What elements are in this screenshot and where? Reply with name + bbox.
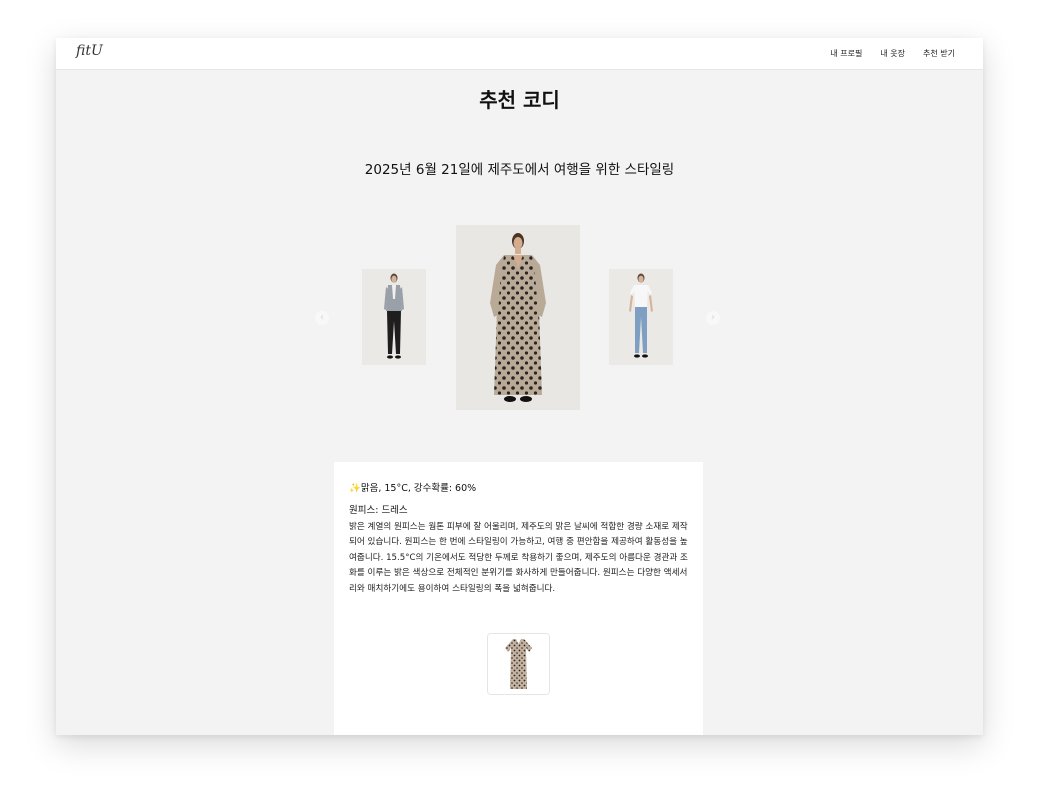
logo[interactable]: fitU (76, 43, 103, 59)
top-navbar: fitU 내 프로필 내 옷장 추천 받기 (56, 38, 983, 70)
styling-subtitle: 2025년 6월 21일에 제주도에서 여행을 위한 스타일링 (364, 162, 675, 178)
chevron-right-icon: › (711, 312, 715, 323)
nav-get-recommendation[interactable]: 추천 받기 (923, 48, 955, 59)
weather-text: 맑음, 15°C, 강수확률: 60% (360, 483, 477, 494)
browser-window: fitU 내 프로필 내 옷장 추천 받기 추천 코디 2025년 6월 21일… (56, 38, 983, 735)
item-title: 원피스: 드레스 (349, 505, 408, 516)
weather-info: ✨맑음, 15°C, 강수확률: 60% (349, 480, 476, 494)
nav-links: 내 프로필 내 옷장 추천 받기 (830, 48, 955, 59)
outfit-image-center[interactable] (456, 225, 580, 410)
item-thumbnail[interactable] (487, 633, 550, 695)
outfit-center-figure (456, 225, 580, 410)
outfit-left-figure (362, 269, 426, 365)
carousel-prev-button[interactable]: ‹ (315, 311, 329, 325)
sparkle-icon: ✨ (349, 483, 361, 494)
recommendation-detail-card: ✨맑음, 15°C, 강수확률: 60% 원피스: 드레스 밝은 계열의 원피스… (334, 462, 703, 735)
outfit-image-left[interactable] (362, 269, 426, 365)
page-title: 추천 코디 (479, 88, 560, 112)
nav-my-closet[interactable]: 내 옷장 (880, 48, 905, 59)
outfit-image-right[interactable] (609, 269, 673, 365)
chevron-left-icon: ‹ (320, 312, 324, 323)
nav-my-profile[interactable]: 내 프로필 (830, 48, 862, 59)
item-description: 밝은 계열의 원피스는 웜톤 피부에 잘 어울리며, 제주도의 맑은 날씨에 적… (349, 522, 688, 594)
dress-thumbnail-image (488, 634, 549, 694)
outfit-right-figure (609, 269, 673, 365)
carousel-next-button[interactable]: › (706, 311, 720, 325)
